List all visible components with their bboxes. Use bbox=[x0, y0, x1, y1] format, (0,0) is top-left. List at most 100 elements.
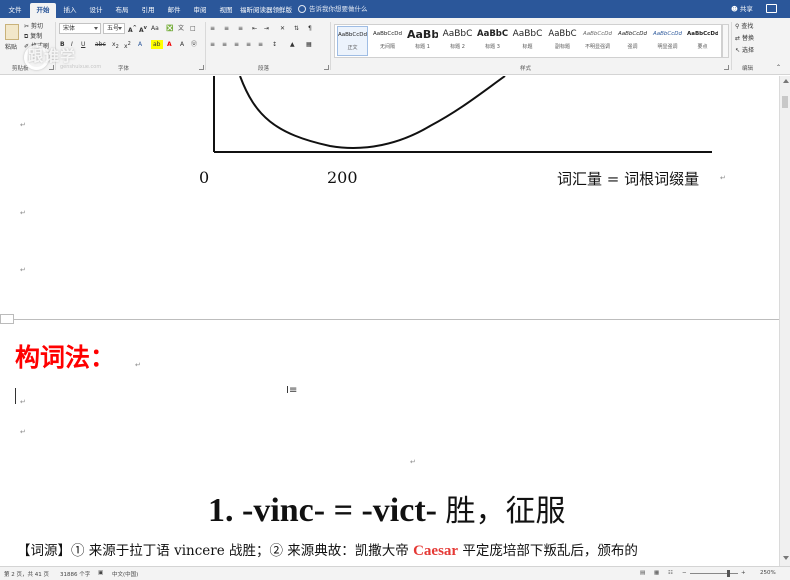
highlight-button[interactable]: ab bbox=[151, 40, 163, 49]
style-preview: AaBbCcDd bbox=[373, 31, 402, 37]
style-strong[interactable]: AaBbCcDd 要点 bbox=[687, 26, 718, 56]
style-name: 标题 3 bbox=[485, 44, 500, 50]
tab-view[interactable]: 视图 bbox=[214, 3, 238, 18]
vocabulary-formula: 词汇量 = 词根词缀量 bbox=[557, 170, 700, 188]
tab-review[interactable]: 审阅 bbox=[188, 3, 212, 18]
style-heading-2[interactable]: AaBbC 标题 2 bbox=[442, 26, 473, 56]
tab-file[interactable]: 文件 bbox=[2, 3, 28, 18]
comment-icon[interactable] bbox=[766, 4, 777, 13]
clear-format-button[interactable]: ❎ bbox=[166, 24, 173, 33]
zoom-slider-thumb[interactable] bbox=[727, 570, 730, 577]
document-area[interactable]: 0 200 词汇量 = 词根词缀量 ↵ ↵ ↵ ↵ 构词法： ↵ ↵ I≡ ↵ … bbox=[0, 76, 779, 566]
font-size-combo[interactable]: 五号 bbox=[103, 23, 125, 34]
language-indicator[interactable]: 中文(中国) bbox=[112, 570, 138, 578]
collapse-ribbon-button[interactable]: ⌃ bbox=[776, 63, 781, 72]
decrease-indent-button[interactable]: ⇤ bbox=[252, 24, 257, 33]
style-title[interactable]: AaBbC 标题 bbox=[512, 26, 543, 56]
justify-button[interactable]: ≡ bbox=[246, 40, 251, 49]
paragraph-launcher-icon[interactable] bbox=[324, 65, 329, 70]
read-mode-icon[interactable]: ▤ bbox=[640, 570, 645, 576]
replace-button[interactable]: ⇄ 替换 bbox=[735, 34, 754, 43]
tab-mailings[interactable]: 邮件 bbox=[162, 3, 186, 18]
align-center-button[interactable]: ≡ bbox=[222, 40, 227, 49]
align-left-button[interactable]: ≡ bbox=[210, 40, 215, 49]
strikethrough-button[interactable]: abc bbox=[95, 40, 106, 49]
style-heading-3[interactable]: AaBbC 标题 3 bbox=[477, 26, 508, 56]
increase-indent-button[interactable]: ⇥ bbox=[264, 24, 269, 33]
shading-button[interactable]: ▲ bbox=[290, 40, 295, 49]
font-launcher-icon[interactable] bbox=[199, 65, 204, 70]
superscript-button[interactable]: x2 bbox=[124, 40, 131, 51]
show-marks-button[interactable]: ¶ bbox=[308, 24, 312, 33]
text-effects-button[interactable]: A bbox=[138, 40, 142, 49]
styles-launcher-icon[interactable] bbox=[724, 65, 729, 70]
tab-foxit-reader[interactable]: 福昕阅读器领鲜版 bbox=[240, 3, 292, 18]
underline-button[interactable]: U bbox=[81, 40, 85, 49]
style-name: 标题 1 bbox=[415, 44, 430, 50]
multilevel-list-button[interactable]: ≡ bbox=[238, 24, 243, 33]
style-emphasis[interactable]: AaBbCcDd 强调 bbox=[617, 26, 648, 56]
scroll-up-icon[interactable] bbox=[783, 79, 789, 83]
page-count[interactable]: 第 2 页，共 41 页 bbox=[4, 570, 49, 578]
find-button[interactable]: ⚲ 查找 bbox=[735, 22, 753, 31]
chinese-layout-button[interactable]: ✕ bbox=[280, 24, 285, 33]
paragraph-mark: ↵ bbox=[20, 428, 26, 436]
phonetic-guide-button[interactable]: 文 bbox=[178, 24, 184, 33]
style-normal[interactable]: AaBbCcDd 正文 bbox=[337, 26, 368, 56]
print-layout-icon[interactable]: ▦ bbox=[654, 570, 659, 576]
style-intense-emphasis[interactable]: AaBbCcDd 明显强调 bbox=[652, 26, 683, 56]
paragraph-mark: ↵ bbox=[20, 121, 26, 129]
line-spacing-button[interactable]: ↕ bbox=[272, 40, 277, 49]
style-subtle-emphasis[interactable]: AaBbCcDd 不明显强调 bbox=[582, 26, 613, 56]
font-name-combo[interactable]: 宋体 bbox=[59, 23, 101, 34]
tab-insert[interactable]: 插入 bbox=[58, 3, 82, 18]
page-break-line bbox=[0, 319, 779, 320]
change-case-button[interactable]: Aa bbox=[151, 24, 159, 33]
vertical-scrollbar[interactable] bbox=[779, 76, 790, 566]
cut-button[interactable]: ✂ 剪切 bbox=[24, 22, 43, 31]
font-color-button[interactable]: A bbox=[167, 40, 172, 49]
sort-button[interactable]: ⇅ bbox=[294, 24, 299, 33]
chevron-down-icon bbox=[94, 27, 98, 30]
web-layout-icon[interactable]: ☷ bbox=[668, 570, 673, 576]
scroll-thumb[interactable] bbox=[782, 96, 788, 108]
paste-button[interactable]: 粘贴 bbox=[5, 43, 17, 52]
shrink-font-button[interactable]: Av bbox=[139, 24, 147, 35]
copy-icon: ⧉ bbox=[24, 33, 29, 40]
copy-button[interactable]: ⧉ 复制 bbox=[24, 32, 42, 41]
paste-icon[interactable] bbox=[5, 24, 19, 40]
cut-label: 剪切 bbox=[30, 23, 43, 30]
char-border-button[interactable]: □ bbox=[190, 24, 196, 33]
zoom-in-icon[interactable]: + bbox=[741, 570, 746, 576]
char-shading-button[interactable]: A bbox=[180, 40, 184, 49]
word-count[interactable]: 31886 个字 bbox=[60, 570, 90, 578]
replace-icon: ⇄ bbox=[735, 35, 741, 42]
style-heading-1[interactable]: AaBb 标题 1 bbox=[407, 26, 438, 56]
gallery-scrollbar[interactable] bbox=[722, 24, 729, 58]
scroll-down-icon[interactable] bbox=[783, 556, 789, 560]
tab-layout[interactable]: 布局 bbox=[110, 3, 134, 18]
numbering-button[interactable]: ≡ bbox=[224, 24, 229, 33]
style-subtitle[interactable]: AaBbC 副标题 bbox=[547, 26, 578, 56]
zoom-out-icon[interactable]: − bbox=[682, 570, 687, 576]
style-preview: AaBbC bbox=[512, 29, 543, 39]
enclose-char-button[interactable]: Ⓤ bbox=[191, 40, 197, 49]
grow-font-button[interactable]: A^ bbox=[128, 24, 137, 35]
style-no-spacing[interactable]: AaBbCcDd 无间隔 bbox=[372, 26, 403, 56]
borders-button[interactable]: ▦ bbox=[306, 40, 312, 49]
style-name: 副标题 bbox=[554, 44, 570, 50]
zoom-level[interactable]: 250% bbox=[760, 570, 776, 576]
bullets-button[interactable]: ≡ bbox=[210, 24, 215, 33]
subscript-button[interactable]: x2 bbox=[112, 40, 119, 52]
tab-home[interactable]: 开始 bbox=[30, 3, 56, 18]
proofing-icon[interactable]: ▣ bbox=[98, 570, 103, 576]
distributed-button[interactable]: ≡ bbox=[258, 40, 263, 49]
zoom-slider[interactable] bbox=[690, 573, 738, 574]
tell-me-search[interactable]: 告诉我你想要做什么 bbox=[298, 3, 368, 16]
select-button[interactable]: ↖ 选择 bbox=[735, 46, 754, 55]
share-button[interactable]: ☻ 共享 bbox=[731, 3, 753, 16]
align-right-button[interactable]: ≡ bbox=[234, 40, 239, 49]
tab-design[interactable]: 设计 bbox=[84, 3, 108, 18]
tab-references[interactable]: 引用 bbox=[136, 3, 160, 18]
style-name: 标题 bbox=[522, 44, 533, 50]
